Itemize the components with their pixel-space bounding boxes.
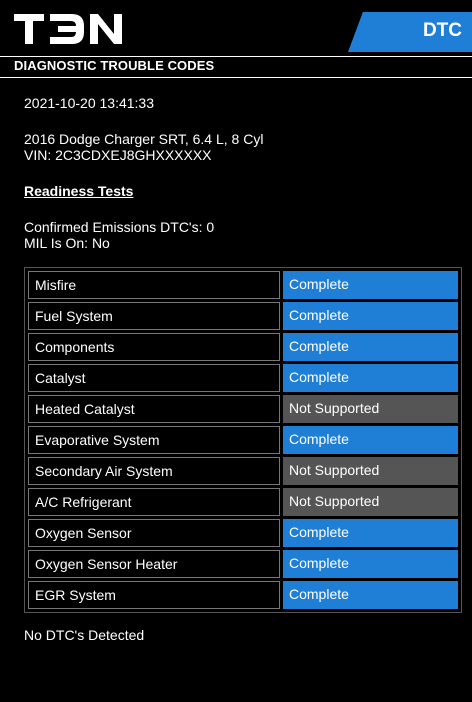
test-name: A/C Refrigerant [28,488,280,516]
test-name: Secondary Air System [28,457,280,485]
test-status: Complete [283,302,458,330]
vehicle-description: 2016 Dodge Charger SRT, 6.4 L, 8 Cyl [24,131,264,147]
test-status: Complete [283,581,458,609]
table-row: Misfire Complete [28,271,458,299]
test-status: Complete [283,519,458,547]
table-row: Oxygen Sensor Complete [28,519,458,547]
test-status: Complete [283,333,458,361]
dtc-summary: No DTC's Detected [24,627,145,643]
test-status: Complete [283,271,458,299]
vehicle-vin: VIN: 2C3CDXEJ8GHXXXXXX [24,147,212,163]
report-timestamp: 2021-10-20 13:41:33 [24,95,154,111]
test-status: Not Supported [283,488,458,516]
test-status: Complete [283,550,458,578]
app-header: DTC [0,0,472,56]
table-row: Evaporative System Complete [28,426,458,454]
test-name: Catalyst [28,364,280,392]
table-row: Components Complete [28,333,458,361]
table-row: Secondary Air System Not Supported [28,457,458,485]
test-name: Oxygen Sensor [28,519,280,547]
mil-status: MIL Is On: No [24,235,110,251]
test-status: Not Supported [283,457,458,485]
test-status: Complete [283,364,458,392]
test-status: Not Supported [283,395,458,423]
readiness-table: Misfire Complete Fuel System Complete Co… [24,267,462,613]
table-row: Heated Catalyst Not Supported [28,395,458,423]
readiness-heading: Readiness Tests [24,183,134,199]
test-name: Heated Catalyst [28,395,280,423]
confirmed-dtc-count: Confirmed Emissions DTC's: 0 [24,219,215,235]
test-name: Fuel System [28,302,280,330]
tdn-logo [14,14,122,44]
table-row: Fuel System Complete [28,302,458,330]
tab-dtc[interactable]: DTC [348,12,472,52]
test-name: EGR System [28,581,280,609]
test-name: Misfire [28,271,280,299]
test-name: Evaporative System [28,426,280,454]
table-row: EGR System Complete [28,581,458,609]
tab-dtc-label: DTC [422,20,462,41]
page-title-bar: DIAGNOSTIC TROUBLE CODES [0,56,472,78]
page-title: DIAGNOSTIC TROUBLE CODES [14,58,215,73]
table-row: Oxygen Sensor Heater Complete [28,550,458,578]
table-row: A/C Refrigerant Not Supported [28,488,458,516]
test-status: Complete [283,426,458,454]
test-name: Oxygen Sensor Heater [28,550,280,578]
table-row: Catalyst Complete [28,364,458,392]
test-name: Components [28,333,280,361]
